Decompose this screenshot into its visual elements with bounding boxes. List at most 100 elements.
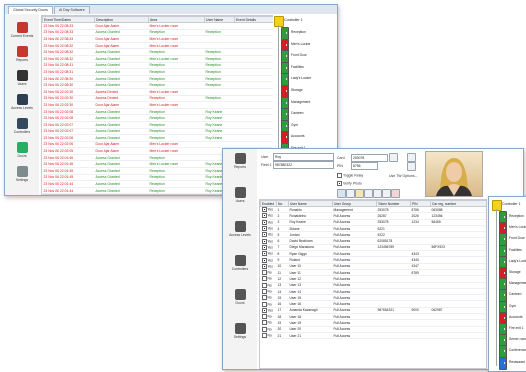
- door-label[interactable]: Gym: [509, 304, 516, 308]
- door-label[interactable]: Reception: [509, 214, 524, 218]
- door-label[interactable]: Storage: [291, 88, 303, 92]
- enabled-checkbox[interactable]: [261, 289, 267, 294]
- door-label[interactable]: Front Door: [509, 236, 525, 240]
- door-label[interactable]: Lady's Locker: [291, 76, 311, 80]
- door-label[interactable]: Storage: [509, 270, 521, 274]
- verify-photo-checkbox[interactable]: [337, 181, 342, 186]
- enabled-checkbox[interactable]: [261, 333, 267, 338]
- event-row[interactable]: 23 Nov 06 22:08:31 Access Granted Receptio…: [42, 62, 274, 70]
- field2-input[interactable]: 987880322: [273, 161, 334, 169]
- enabled-checkbox[interactable]: [261, 207, 267, 212]
- user-row[interactable]: No 21 User 21 Full Access: [260, 332, 486, 340]
- enabled-checkbox[interactable]: [261, 295, 267, 300]
- sidebar-item-6[interactable]: Settings: [7, 166, 37, 182]
- door-label[interactable]: Men's Locker: [291, 42, 311, 46]
- export-icon[interactable]: [373, 189, 382, 198]
- delete-icon[interactable]: [391, 189, 400, 198]
- camera-icon[interactable]: [364, 189, 373, 198]
- sidebar-item-2[interactable]: Access Levels: [225, 221, 255, 237]
- user-enabled-cell[interactable]: No: [260, 332, 277, 340]
- enabled-checkbox[interactable]: [261, 314, 267, 319]
- event-row[interactable]: 23 Nov 06 22:02:30 Access Denied Men's Loc…: [42, 88, 274, 96]
- sidebar-item-0[interactable]: Current Events: [7, 22, 37, 38]
- event-row[interactable]: 23 Nov 06 22:02:07 Access Granted Receptio…: [42, 128, 274, 136]
- enabled-checkbox[interactable]: [261, 326, 267, 332]
- door-label[interactable]: Conference: [509, 348, 526, 352]
- door-label[interactable]: Accounts: [291, 134, 305, 138]
- sidebar-item-5[interactable]: Doors: [7, 142, 37, 158]
- sidebar-item-3[interactable]: Controllers: [225, 255, 255, 271]
- door-label[interactable]: Front Door: [291, 53, 307, 57]
- event-row[interactable]: 23 Nov 06 22:08:33 Door Ajar Alarm Men's L…: [42, 35, 274, 43]
- door-label[interactable]: Restaurant: [509, 360, 525, 364]
- event-row[interactable]: 23 Nov 06 22:08:30 Access Granted Receptio…: [42, 75, 274, 83]
- sidebar-item-4[interactable]: Doors: [225, 289, 255, 305]
- event-row[interactable]: 23 Nov 06 22:08:30 Access Granted Receptio…: [42, 81, 274, 89]
- event-row[interactable]: 23 Nov 06 22:08:31 Access Granted Receptio…: [42, 68, 274, 76]
- door-label[interactable]: Facilities: [291, 65, 304, 69]
- card-user-button[interactable]: [407, 153, 416, 162]
- pin-user-button[interactable]: [407, 162, 416, 171]
- event-row[interactable]: 23 Nov 06 22:08:32 Door Ajar Alarm Men's L…: [42, 42, 274, 50]
- controller-name[interactable]: Controller 1: [284, 18, 303, 22]
- sidebar-item-4[interactable]: Controllers: [7, 118, 37, 134]
- enabled-checkbox[interactable]: [261, 238, 267, 244]
- sidebar-item-1[interactable]: Reports: [7, 46, 37, 62]
- event-row[interactable]: 23 Nov 06 22:08:33 Door Ajar Alarm Men's L…: [42, 22, 274, 30]
- controller-name[interactable]: Controller 1: [502, 202, 521, 206]
- verify-photo-option[interactable]: Verify Photo: [337, 181, 362, 186]
- event-row[interactable]: 23 Nov 06 22:08:32 Access Granted Men's Lo…: [42, 55, 274, 63]
- event-row[interactable]: 23 Nov 06 22:02:08 Access Granted Receptio…: [42, 114, 274, 122]
- door-label[interactable]: Server room: [509, 337, 526, 341]
- sidebar-item-2[interactable]: Users: [7, 70, 37, 86]
- event-row[interactable]: 23 Nov 06 22:08:32 Access Granted Receptio…: [42, 48, 274, 56]
- pin-field[interactable]: 8756: [351, 162, 378, 170]
- enabled-checkbox[interactable]: [261, 301, 267, 307]
- search-icon[interactable]: [382, 189, 391, 198]
- enabled-checkbox[interactable]: [261, 276, 267, 282]
- sidebar-item-1[interactable]: Users: [225, 187, 255, 203]
- enabled-checkbox[interactable]: [261, 282, 267, 288]
- sidebar-item-3[interactable]: Access Levels: [7, 94, 37, 110]
- tw-options-button[interactable]: Use TW Options...: [389, 174, 418, 178]
- event-row[interactable]: 23 Nov 06 22:02:08 Access Granted Receptio…: [42, 108, 274, 116]
- event-row[interactable]: 23 Nov 06 22:02:07 Access Granted Receptio…: [42, 121, 274, 129]
- enabled-checkbox[interactable]: [261, 232, 267, 237]
- event-row[interactable]: 23 Nov 06 22:02:30 Door Ajar Alarm Men's L…: [42, 101, 274, 109]
- save-icon[interactable]: [337, 189, 346, 198]
- event-row[interactable]: 23 Nov 06 22:02:30 Access Denied Reception…: [42, 95, 274, 103]
- door-label[interactable]: Fire exit 1: [509, 326, 523, 330]
- door-label[interactable]: Canteen: [291, 111, 303, 115]
- enabled-checkbox[interactable]: [261, 270, 267, 275]
- toggle-relay-option[interactable]: Toggle Relay: [337, 173, 363, 178]
- sidebar-item-0[interactable]: Reports: [225, 153, 255, 169]
- tab-global-security-doors[interactable]: Global Security Doors: [8, 6, 53, 14]
- door-label[interactable]: Reception: [291, 30, 306, 34]
- door-label[interactable]: Management: [509, 281, 526, 285]
- user-name-field[interactable]: Roy: [273, 153, 334, 161]
- enabled-checkbox[interactable]: [261, 307, 267, 313]
- event-row[interactable]: 23 Nov 06 22:08:33 Access Granted Receptio…: [42, 29, 274, 37]
- door-label[interactable]: Management: [291, 100, 310, 104]
- enabled-checkbox[interactable]: [261, 213, 267, 219]
- card-field[interactable]: 253078: [351, 154, 388, 162]
- event-row[interactable]: 23 Nov 06 22:02:06 Access Granted Receptio…: [42, 134, 274, 142]
- door-status-icon[interactable]: [499, 356, 507, 370]
- toggle-relay-checkbox[interactable]: [337, 173, 342, 178]
- card-lookup-button[interactable]: [389, 153, 398, 162]
- enabled-checkbox[interactable]: [261, 257, 267, 263]
- enabled-checkbox[interactable]: [261, 320, 267, 326]
- print-icon[interactable]: [346, 189, 355, 198]
- enabled-checkbox[interactable]: [261, 263, 267, 269]
- event-row[interactable]: 23 Nov 06 22:02:06 Door Ajar Alarm Men's L…: [42, 141, 274, 149]
- door-label[interactable]: Accounts: [509, 315, 523, 319]
- enabled-checkbox[interactable]: [261, 244, 267, 250]
- enabled-checkbox[interactable]: [261, 251, 267, 256]
- enabled-checkbox[interactable]: [261, 226, 267, 231]
- door-label[interactable]: Canteen: [509, 292, 521, 296]
- door-label[interactable]: Lady's Locker: [509, 259, 526, 263]
- enabled-checkbox[interactable]: [261, 219, 267, 225]
- import-icon[interactable]: [355, 189, 364, 198]
- door-label[interactable]: Facilities: [509, 248, 522, 252]
- sidebar-item-5[interactable]: Settings: [225, 323, 255, 339]
